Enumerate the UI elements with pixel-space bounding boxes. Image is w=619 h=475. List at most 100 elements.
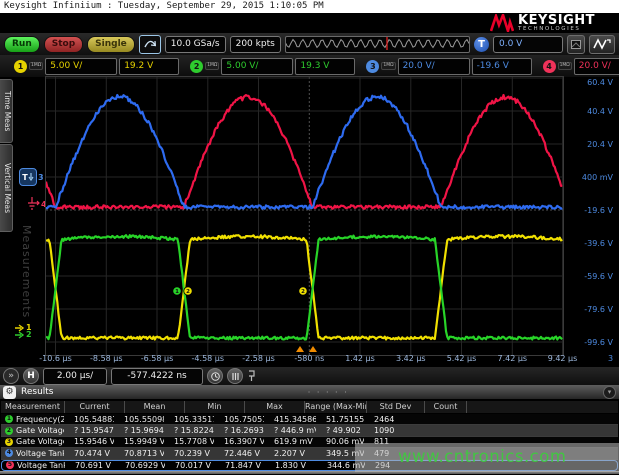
timebase-box[interactable]: 2.00 µs/ [43, 368, 107, 385]
y-axis-tick-label: 40.4 V [565, 107, 613, 116]
y-axis-tick-label: -59.6 V [565, 272, 613, 281]
channel-2-offset-box[interactable]: 19.3 V [295, 58, 355, 75]
measurement-name: Gate Voltage MC [16, 426, 64, 435]
tab-time-meas[interactable]: Time Meas [0, 79, 13, 143]
channel-2-impedance: 1MΩ [205, 62, 219, 70]
touch-mode-button[interactable] [139, 35, 161, 54]
channel-3-button[interactable]: 3 [366, 60, 379, 73]
expand-button[interactable]: » [3, 368, 19, 384]
gear-icon[interactable]: ⚙ [3, 386, 16, 399]
trigger-level-box[interactable]: 0.0 V [493, 36, 563, 53]
channel-3-offset-box[interactable]: -19.6 V [472, 58, 532, 75]
column-header-measurement[interactable]: Measurement [1, 401, 64, 413]
channel-2-button[interactable]: 2 [190, 60, 203, 73]
measurement-value: ? 15.9547 V [64, 426, 114, 435]
time-axis-tick-label: 9.42 µs [536, 354, 590, 363]
measurement-marker-label: 2 [186, 289, 190, 295]
channel-1-scale-box[interactable]: 5.00 V/ [45, 58, 117, 75]
gate-marker-triangle[interactable] [309, 346, 317, 352]
measurement-name: Frequency(2) [16, 415, 64, 424]
vertical-bars-icon [231, 372, 240, 381]
y-axis-tick-label: -19.6 V [565, 206, 613, 215]
y-axis-tick-label: 400 mV [565, 173, 613, 182]
y-axis-labels: 60.4 V40.4 V20.4 V400 mV-19.6 V-39.6 V-5… [563, 77, 619, 355]
channel-4-button[interactable]: 4 [543, 60, 556, 73]
column-header-min[interactable]: Min [184, 401, 244, 413]
results-header[interactable]: ⚙ Results · · · · · ▾ [0, 385, 619, 400]
measurement-value: ? 16.2693 V [214, 426, 264, 435]
arrow-right-icon [15, 331, 25, 339]
channel2-ground-marker[interactable]: 2 [15, 330, 32, 339]
horizontal-bar: » H 2.00 µs/ -577.4222 ns [0, 367, 619, 385]
column-header-current[interactable]: Current [64, 401, 124, 413]
trigger-level-marker[interactable]: T 3 [19, 168, 44, 186]
measurement-source-icon: 5 [6, 461, 14, 469]
acquisition-preview-strip[interactable] [285, 36, 470, 53]
results-title: Results [21, 387, 54, 397]
measurement-name: Gate Voltage MC [16, 437, 64, 446]
measurement-value: 70.239 V [164, 449, 214, 458]
table-row-gate-voltage-mc[interactable]: 2Gate Voltage MC? 15.9547 V? 15.9694 V? … [1, 425, 618, 436]
drag-handle[interactable]: · · · · · [59, 388, 599, 397]
channel-1-offset-box[interactable]: 19.2 V [119, 58, 179, 75]
measurement-value: 15.9546 V [64, 437, 114, 446]
tab-vertical-meas[interactable]: Vertical Meas [0, 144, 13, 232]
column-header-max[interactable]: Max [244, 401, 304, 413]
measurement-value: 71.847 V [215, 461, 265, 470]
pin-icon[interactable] [247, 370, 256, 382]
measurement-value: 16.3907 V [214, 437, 264, 446]
time-axis-labels: -10.6 µs-8.58 µs-6.58 µs-4.58 µs-2.58 µs… [0, 354, 619, 367]
horizontal-button[interactable]: H [23, 368, 39, 384]
preview-waveform [286, 37, 469, 50]
column-header-std-dev[interactable]: Std Dev [366, 401, 424, 413]
display-mode-button[interactable] [567, 35, 585, 54]
column-header-count[interactable]: Count [424, 401, 466, 413]
measurement-value: 72.446 V [214, 449, 264, 458]
arrow-down-icon [28, 173, 34, 181]
measurements-panel-label: Measurements [20, 225, 33, 318]
gate-marker-triangle[interactable] [296, 346, 304, 352]
waveform-plot[interactable]: 122 [46, 77, 563, 355]
channel-3-scale-box[interactable]: 20.0 V/ [398, 58, 470, 75]
time-axis-tick-label: -580 ns [282, 354, 336, 363]
measurement-value: 619.9 mV [264, 437, 316, 446]
zoom-mode-button[interactable] [207, 368, 223, 384]
time-axis-tick-label: 1.42 µs [333, 354, 387, 363]
y-axis-tick-label: -99.6 V [565, 338, 613, 347]
time-axis-tick-label: 3.42 µs [384, 354, 438, 363]
waveform-tools-button[interactable] [589, 35, 615, 54]
channel-2-scale-box[interactable]: 5.00 V/ [221, 58, 293, 75]
window-title: Keysight Infiniium : Tuesday, September … [0, 0, 619, 13]
keysight-spark-icon [490, 14, 514, 32]
measurement-value: ? 15.8224 V [164, 426, 214, 435]
segmented-memory-button[interactable] [227, 368, 243, 384]
y-axis-tick-label: 20.4 V [565, 140, 613, 149]
column-header-range-max-min-[interactable]: Range (Max-Min) [304, 401, 366, 413]
ground-symbol-icon [27, 197, 40, 211]
run-button[interactable]: Run [4, 36, 40, 53]
trigger-source-button[interactable]: T [474, 37, 489, 52]
stop-button[interactable]: Stop [44, 36, 83, 53]
channel-4-scale-box[interactable]: 20.0 V/ [574, 58, 619, 75]
channel-4-group: 41MΩ20.0 V/800 mV [543, 58, 619, 75]
measurement-marker-label: 2 [301, 289, 305, 295]
waveform-ch4 [46, 95, 562, 209]
channel4-ground-marker[interactable]: 4 [27, 197, 47, 211]
measurement-value: 15.9949 V [114, 437, 164, 446]
sample-rate-box[interactable]: 10.0 GSa/s [165, 36, 226, 53]
column-header-blank [466, 401, 618, 413]
memory-depth-box[interactable]: 200 kpts [230, 36, 281, 53]
results-close-button[interactable]: ▾ [603, 386, 616, 399]
table-row-frequency-2-[interactable]: 1Frequency(2)105.54881 kHz105.55098 kHz1… [1, 414, 618, 425]
measurement-value: 70.017 V [165, 461, 215, 470]
channel-1-button[interactable]: 1 [14, 60, 27, 73]
time-axis-tick-label: -10.6 µs [29, 354, 83, 363]
measurement-name: Voltage Tank Cir [17, 461, 65, 470]
column-header-mean[interactable]: Mean [124, 401, 184, 413]
measurement-value: ? 15.9694 V [114, 426, 164, 435]
horizontal-position-box[interactable]: -577.4222 ns [111, 368, 203, 385]
single-button[interactable]: Single [87, 36, 135, 53]
measurement-value: 2.207 V [264, 449, 316, 458]
time-axis-tick-label: 7.42 µs [485, 354, 539, 363]
brand-name: KEYSIGHT [518, 15, 595, 26]
